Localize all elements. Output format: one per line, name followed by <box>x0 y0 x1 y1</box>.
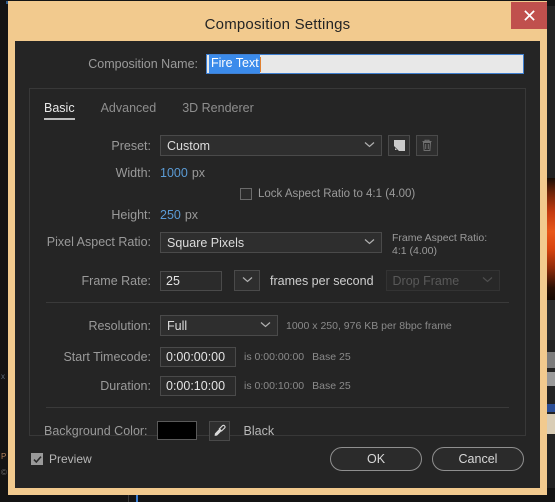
preset-value: Custom <box>167 138 211 153</box>
height-label: Height: <box>111 208 151 222</box>
frame-aspect-ratio-value: 4:1 (4.00) <box>392 245 437 257</box>
chevron-down-icon <box>364 140 375 151</box>
preview-label: Preview <box>49 452 92 466</box>
preset-row: Preset: Custom <box>30 133 525 158</box>
resolution-row: Resolution: Full 1000 x 250, 976 KB per … <box>30 313 525 338</box>
chevron-down-icon <box>260 320 271 331</box>
composition-name-label: Composition Name: <box>88 57 198 71</box>
lock-aspect-label: Lock Aspect Ratio to 4:1 (4.00) <box>258 188 416 200</box>
pixel-aspect-ratio-row: Pixel Aspect Ratio: Square Pixels Frame … <box>30 232 525 258</box>
width-row: Width: 1000 px <box>30 162 525 184</box>
app-left-label-x: x <box>1 372 5 381</box>
eyedropper-icon[interactable] <box>208 420 230 441</box>
settings-panel: Basic Advanced 3D Renderer Preset: Custo… <box>29 88 526 441</box>
resolution-info: 1000 x 250, 976 KB per 8bpc frame <box>286 319 452 332</box>
preset-label: Preset: <box>111 138 151 153</box>
tab-basic[interactable]: Basic <box>44 101 75 120</box>
frame-rate-unit: frames per second <box>270 273 374 288</box>
frame-rate-input[interactable]: 25 <box>160 270 222 291</box>
frame-rate-row: Frame Rate: 25 frames per second Drop Fr… <box>30 268 525 293</box>
start-timecode-label: Start Timecode: <box>63 349 151 364</box>
start-timecode-base: Base 25 <box>312 350 351 363</box>
background-color-swatch[interactable] <box>156 421 197 440</box>
background-color-label: Background Color: <box>44 423 148 438</box>
width-unit: px <box>191 166 206 180</box>
close-icon[interactable] <box>511 2 547 29</box>
screen: x P © Composition Settings Composition N <box>0 0 555 502</box>
drop-frame-select: Drop Frame <box>385 270 500 291</box>
dialog-title: Composition Settings <box>204 16 351 33</box>
lock-aspect-checkbox[interactable] <box>240 188 252 200</box>
start-timecode-is: is 0:00:00:00 <box>244 350 305 363</box>
width-label: Width: <box>115 166 151 180</box>
app-left-label-p: P <box>1 452 7 461</box>
chevron-down-icon <box>364 237 375 248</box>
width-value[interactable]: 1000 <box>160 166 188 180</box>
duration-input[interactable]: 0:00:10:00 <box>160 375 236 396</box>
app-left-label-c: © <box>1 468 7 477</box>
preview-checkbox[interactable] <box>31 453 43 465</box>
save-preset-icon[interactable] <box>388 135 410 156</box>
start-timecode-row: Start Timecode: 0:00:00:00 is 0:00:00:00… <box>30 344 525 369</box>
height-unit: px <box>184 208 199 222</box>
frame-rate-dropdown[interactable] <box>234 270 260 291</box>
divider-2 <box>46 407 509 408</box>
divider-1 <box>46 302 509 303</box>
composition-name-input[interactable]: Fire Text <box>206 54 524 74</box>
drop-frame-value: Drop Frame <box>392 273 460 288</box>
start-timecode-input[interactable]: 0:00:00:00 <box>160 346 236 367</box>
background-color-name: Black <box>243 423 275 438</box>
cancel-button[interactable]: Cancel <box>432 447 524 471</box>
height-value[interactable]: 250 <box>160 208 181 222</box>
resolution-value: Full <box>167 318 188 333</box>
composition-name-row: Composition Name: Fire Text <box>15 41 540 74</box>
lock-aspect-row: Lock Aspect Ratio to 4:1 (4.00) <box>30 184 525 204</box>
basic-fields: Preset: Custom Width: 1000 px Lock Aspec… <box>30 119 525 443</box>
composition-name-value: Fire Text <box>209 55 260 73</box>
pixel-aspect-ratio-select[interactable]: Square Pixels <box>160 232 382 253</box>
pixel-aspect-ratio-value: Square Pixels <box>167 235 245 250</box>
preset-select[interactable]: Custom <box>160 135 382 156</box>
dialog-body: Composition Name: Fire Text Basic Advanc… <box>15 41 540 488</box>
duration-base: Base 25 <box>312 379 351 392</box>
tab-advanced[interactable]: Advanced <box>101 101 157 119</box>
chevron-down-icon <box>482 275 493 286</box>
frame-rate-label: Frame Rate: <box>81 273 151 288</box>
duration-is: is 0:00:10:00 <box>244 379 305 392</box>
height-row: Height: 250 px <box>30 204 525 226</box>
duration-row: Duration: 0:00:10:00 is 0:00:10:00 Base … <box>30 373 525 398</box>
pixel-aspect-ratio-label: Pixel Aspect Ratio: <box>46 235 151 249</box>
frame-aspect-ratio-label: Frame Aspect Ratio: <box>392 232 488 244</box>
tab-bar: Basic Advanced 3D Renderer <box>30 89 525 120</box>
text-caret <box>259 56 262 72</box>
background-color-row: Background Color: Black <box>30 418 525 443</box>
resolution-select[interactable]: Full <box>160 315 278 336</box>
dialog-titlebar: Composition Settings <box>15 2 547 41</box>
resolution-label: Resolution: <box>88 318 151 333</box>
trash-icon[interactable] <box>416 135 438 156</box>
tab-3d-renderer[interactable]: 3D Renderer <box>182 101 254 119</box>
composition-settings-dialog: Composition Settings Composition Name: F… <box>8 1 547 495</box>
frame-aspect-ratio-block: Frame Aspect Ratio: 4:1 (4.00) <box>392 232 487 258</box>
duration-label: Duration: <box>100 378 151 393</box>
ok-button[interactable]: OK <box>330 447 422 471</box>
chevron-down-icon <box>242 275 253 286</box>
